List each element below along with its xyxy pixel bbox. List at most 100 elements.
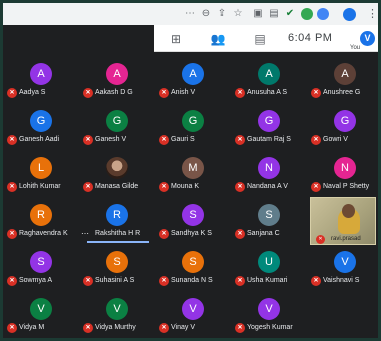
participant-name: Vaishnavi S [323,277,360,284]
participant-tile[interactable]: U ✕ Usha Kumari [233,243,307,291]
participant-avatar: L [30,157,52,179]
participant-avatar: V [30,298,52,320]
participant-avatar: A [106,63,128,85]
share-icon[interactable]: ⇪ [215,7,229,21]
participant-name: Anish V [171,89,196,96]
green-extension-icon[interactable] [301,8,313,20]
meet-window: ⋯ ⊖ ⇪ ☆ ▣ ▤ ✔ ⋮ ⊞ 👥 ▤ 6:04 PM V You A ✕ Aa… [3,3,378,338]
participant-avatar: G [334,110,356,132]
mic-off-icon: ✕ [7,229,17,239]
participant-name: Mouna K [171,183,200,190]
grid-layout-icon[interactable]: ⊞ [168,32,184,46]
self-view-label: ravi.prasad [331,236,361,242]
profile-icon[interactable] [343,8,356,21]
menu-dots-icon[interactable]: ⋯ [183,7,197,21]
mic-off-icon: ✕ [235,88,245,98]
participant-tile[interactable]: A ✕ Anushree G [309,55,378,103]
check-extension-icon[interactable]: ✔ [283,7,297,21]
participant-name: Vidya M [19,324,45,331]
participant-tile[interactable]: A ✕ Anish V [157,55,231,103]
participant-tile[interactable]: S ✕ Suhasini A S [81,243,155,291]
mic-off-icon: ✕ [316,235,325,244]
participant-name: Sandhya K S [171,230,212,237]
participant-name: Anushree G [323,89,361,96]
participant-avatar: S [106,251,128,273]
participant-avatar: M [182,157,204,179]
mic-off-icon: ✕ [7,276,17,286]
participant-avatar: S [182,204,204,226]
mic-off-icon: ✕ [83,323,93,333]
mic-off-icon: ✕ [311,88,321,98]
blue-extension-icon[interactable] [317,8,329,20]
participant-name: Suhasini A S [95,277,135,284]
participant-tile[interactable]: G ✕ Gauri S [157,102,231,150]
participant-tile[interactable]: S ✕ Sanjana C [233,196,307,244]
participant-tile[interactable]: S ✕ Sowmya A [5,243,79,291]
mic-off-icon: ✕ [235,229,245,239]
participant-avatar: G [106,110,128,132]
avatar[interactable]: V [360,31,375,46]
participant-avatar: A [334,63,356,85]
participant-name: Aakash D G [95,89,133,96]
kebab-menu-icon[interactable]: ⋮ [367,7,378,21]
participant-tile[interactable]: V ✕ Vaishnavi S [309,243,378,291]
zoom-icon[interactable]: ⊖ [199,7,213,21]
participant-photo [106,157,128,179]
participant-tile[interactable]: V ✕ Vinay V [157,290,231,338]
participants-icon[interactable]: 👥 [210,32,226,46]
participant-tile[interactable]: M ✕ Mouna K [157,149,231,197]
participant-avatar: A [258,63,280,85]
participant-tile[interactable]: G ✕ Gautam Raj S [233,102,307,150]
participant-tile[interactable]: S ✕ Sandhya K S [157,196,231,244]
participant-avatar: N [334,157,356,179]
mic-off-icon: ✕ [83,88,93,98]
more-options-icon[interactable]: ⋯ [81,229,89,239]
participant-tile[interactable]: S ✕ Sunanda N S [157,243,231,291]
participant-tile[interactable]: G ✕ Ganesh V [81,102,155,150]
participant-tile[interactable]: N ✕ Nandana A V [233,149,307,197]
participant-tile[interactable]: R ⋯ Rakshitha H R [81,196,155,244]
mic-off-icon: ✕ [159,88,169,98]
mic-off-icon: ✕ [7,182,17,192]
participant-tile[interactable]: L ✕ Lohith Kumar [5,149,79,197]
participant-name: Rakshitha H R [95,230,141,237]
screenshot-icon[interactable]: ▣ [251,7,265,21]
chat-icon[interactable]: ▤ [252,32,268,46]
participant-name: Nandana A V [247,183,288,190]
self-view-tile[interactable]: ✕ ravi.prasad [310,197,376,245]
participant-avatar: V [106,298,128,320]
participant-avatar: S [182,251,204,273]
participant-tile[interactable]: ✕ Manasa Gilde [81,149,155,197]
participant-tile[interactable]: V ✕ Vidya Murthy [81,290,155,338]
participant-tile[interactable]: A ✕ Aakash D G [81,55,155,103]
participant-avatar: A [182,63,204,85]
participant-tile[interactable]: N ✕ Naval P Shetty [309,149,378,197]
participant-name: Sanjana C [247,230,280,237]
star-icon[interactable]: ☆ [231,7,245,21]
participant-tile[interactable]: V ✕ Vidya M [5,290,79,338]
participant-avatar: V [182,298,204,320]
participant-name: Gauri S [171,136,195,143]
participant-name: Gowri V [323,136,348,143]
mic-off-icon: ✕ [159,135,169,145]
mic-off-icon: ✕ [235,182,245,192]
participant-name: Lohith Kumar [19,183,61,190]
participant-name: Gautam Raj S [247,136,291,143]
participant-name: Vinay V [171,324,195,331]
mic-off-icon: ✕ [83,276,93,286]
participant-avatar: R [30,204,52,226]
participant-tile[interactable]: G ✕ Gowri V [309,102,378,150]
participant-tile[interactable]: R ✕ Raghavendra K [5,196,79,244]
mic-off-icon: ✕ [159,182,169,192]
meet-top-bar: ⊞ 👥 ▤ 6:04 PM V You [154,25,378,52]
participant-tile[interactable]: V ✕ Yogesh Kumar [233,290,307,338]
mic-off-icon: ✕ [311,276,321,286]
participant-tile[interactable]: A ✕ Anusuha A S [233,55,307,103]
participant-name: Aadya S [19,89,46,96]
you-label: You [350,45,361,51]
tab-icon[interactable]: ▤ [267,7,281,21]
participant-tile[interactable]: A ✕ Aadya S [5,55,79,103]
participant-tile[interactable]: G ✕ Ganesh Aadi [5,102,79,150]
mic-off-icon: ✕ [83,135,93,145]
participant-name: Naval P Shetty [323,183,370,190]
